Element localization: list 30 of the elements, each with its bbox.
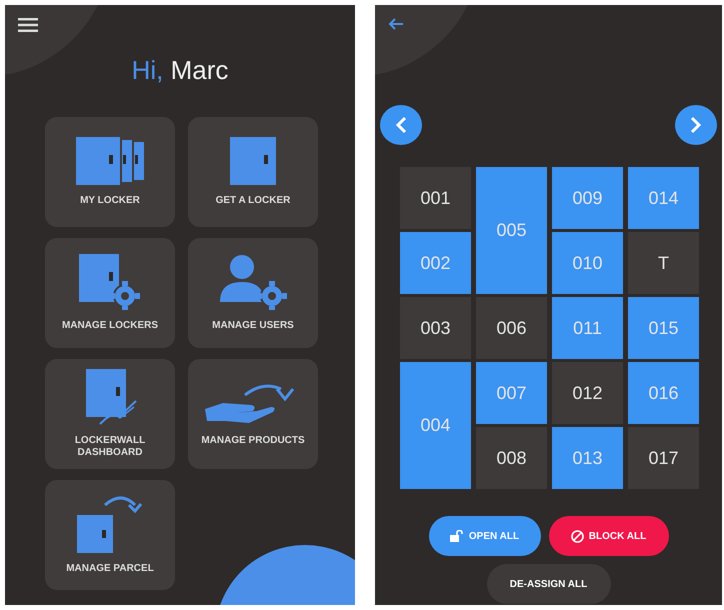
block-icon: [570, 530, 584, 542]
menu-tile[interactable]: MANAGE LOCKERS: [45, 238, 175, 348]
unlocked-padlock-icon: [450, 530, 464, 542]
lockers-icon: [76, 137, 144, 185]
locker[interactable]: 003: [400, 297, 471, 359]
deassign-all-button[interactable]: DE-ASSIGN ALL: [486, 564, 610, 604]
menu-tile[interactable]: LOCKERWALL DASHBOARD: [45, 359, 175, 469]
greeting: Hi, Marc: [132, 55, 228, 86]
locker[interactable]: 017: [628, 427, 699, 489]
locker[interactable]: 012: [552, 362, 623, 424]
menu-tile[interactable]: GET A LOCKER: [188, 117, 318, 227]
block-all-button[interactable]: BLOCK ALL: [548, 516, 668, 556]
next-button[interactable]: [675, 105, 717, 145]
menu-tile[interactable]: MANAGE USERS: [188, 238, 318, 348]
locker-icon: [230, 137, 276, 185]
locker-gear-icon: [79, 254, 141, 310]
locker[interactable]: 001: [400, 167, 471, 229]
chevron-right-icon: [690, 116, 702, 134]
menu-tile[interactable]: MANAGE PARCEL: [45, 480, 175, 590]
locker[interactable]: 006: [476, 297, 547, 359]
locker[interactable]: 008: [476, 427, 547, 489]
menu-tile[interactable]: MY LOCKER: [45, 117, 175, 227]
user-gear-icon: [218, 254, 288, 310]
chevron-left-icon: [395, 116, 407, 134]
previous-button[interactable]: [380, 105, 422, 145]
locker-arrow-icon: [77, 495, 143, 553]
menu-tile[interactable]: MANAGE PRODUCTS: [188, 359, 318, 469]
locker[interactable]: T: [628, 232, 699, 294]
back-arrow-icon[interactable]: [388, 18, 404, 30]
menu-icon[interactable]: [18, 18, 38, 32]
